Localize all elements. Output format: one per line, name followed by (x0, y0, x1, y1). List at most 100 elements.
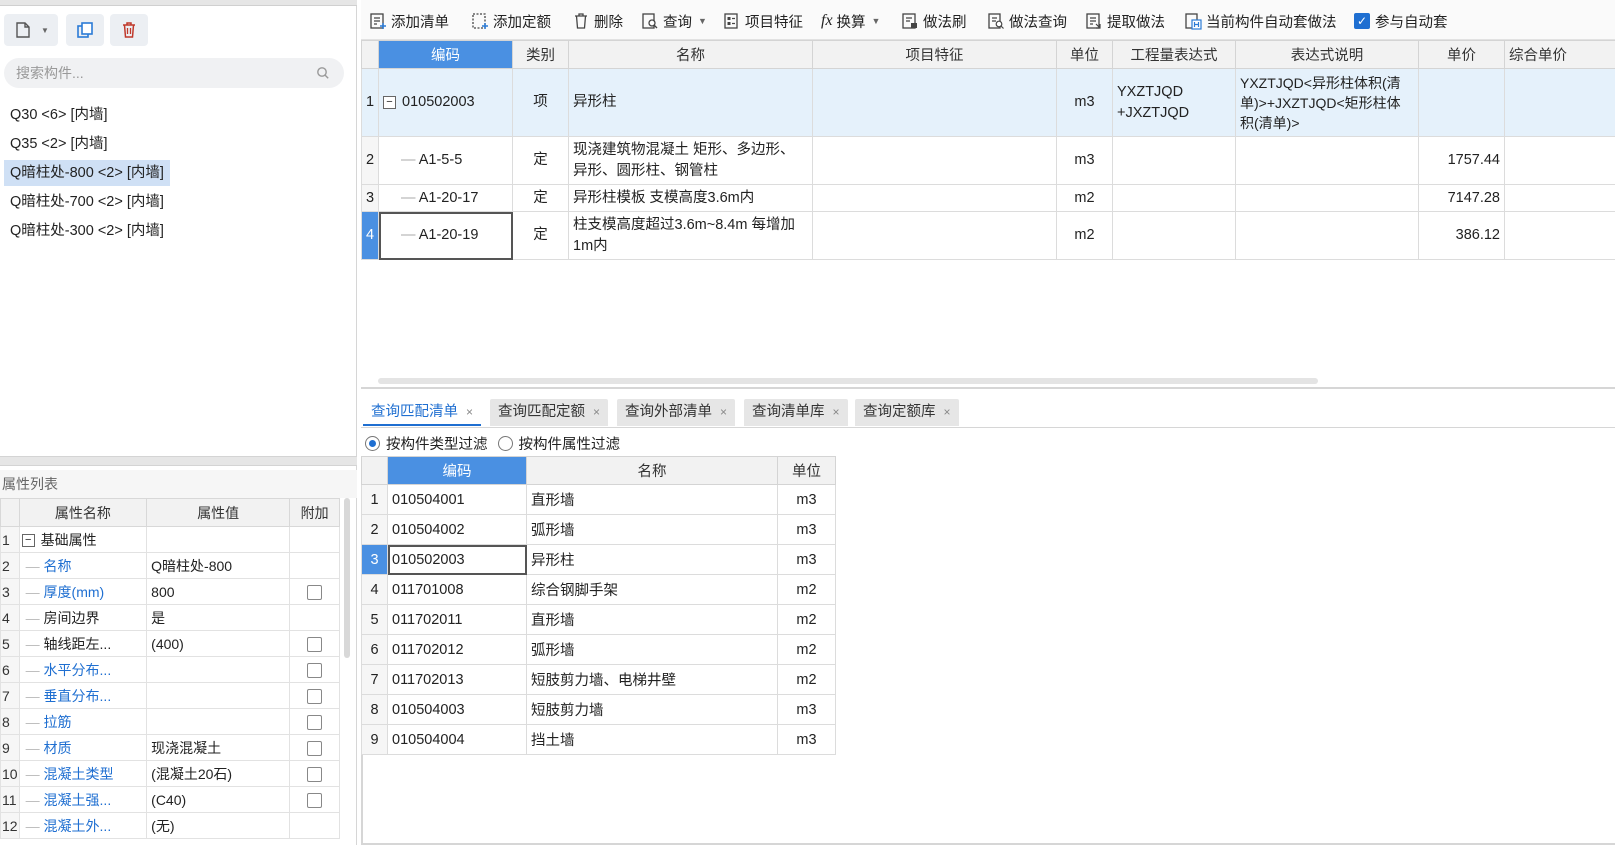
row-number[interactable]: 2 (361, 136, 379, 185)
expression-cell[interactable] (1112, 184, 1236, 212)
expression-desc-cell[interactable]: YXZTJQD<异形柱体积(清单)>+JXZTJQD<矩形柱体积(清单)> (1235, 68, 1419, 137)
name-cell[interactable]: 短肢剪力墙、电梯井壁 (526, 664, 778, 695)
unit-cell[interactable]: m2 (1056, 211, 1113, 260)
close-icon[interactable]: × (833, 405, 840, 419)
property-name-cell[interactable]: — 混凝土类型 (18, 760, 148, 787)
row-number[interactable]: 8 (361, 694, 388, 725)
table-row[interactable]: 5 011702011 直形墙 m2 (361, 604, 836, 635)
row-number[interactable]: 6 (361, 634, 388, 665)
property-name-cell[interactable]: — 厚度(mm) (18, 578, 148, 605)
expression-desc-cell[interactable] (1235, 184, 1419, 212)
property-row[interactable]: 1− 基础属性 (0, 526, 340, 553)
total-price-cell[interactable] (1504, 136, 1615, 185)
row-number[interactable]: 4 (361, 574, 388, 605)
component-item[interactable]: Q30 <6> [内墙] (4, 102, 114, 128)
name-cell[interactable]: 综合钢脚手架 (526, 574, 778, 605)
name-cell[interactable]: 异形柱模板 支模高度3.6m内 (568, 184, 813, 212)
expression-cell[interactable] (1112, 136, 1236, 185)
name-cell[interactable]: 短肢剪力墙 (526, 694, 778, 725)
type-cell[interactable]: 定 (512, 211, 569, 260)
new-component-button[interactable]: ▼ (4, 14, 58, 46)
auto-method-button[interactable]: 当前构件自动套做法 (1184, 10, 1337, 32)
checkbox-icon[interactable] (307, 714, 323, 730)
total-price-header[interactable]: 综合单价 (1504, 40, 1615, 69)
row-number[interactable]: 2 (361, 514, 388, 545)
delete-component-button[interactable] (110, 14, 148, 46)
table-row[interactable]: 1 −010502003 项 异形柱 m3 YXZTJQD +JXZTJQD Y… (361, 68, 1615, 137)
checkbox-icon[interactable] (307, 662, 323, 678)
filter-by-attr-radio[interactable]: 按构件属性过滤 (497, 433, 620, 454)
tab-query-list-library[interactable]: 查询清单库 × (744, 399, 848, 426)
property-row[interactable]: 2— 名称 Q暗柱处-800 (0, 552, 340, 579)
property-value-cell[interactable]: 现浇混凝土 (146, 734, 291, 761)
name-cell[interactable]: 挡土墙 (526, 724, 778, 755)
property-value-cell[interactable]: (400) (146, 630, 291, 657)
checkbox-icon[interactable] (307, 766, 323, 782)
table-row[interactable]: 9 010504004 挡土墙 m3 (361, 724, 836, 755)
property-value-cell[interactable] (146, 656, 291, 683)
name-cell[interactable]: 异形柱 (568, 68, 813, 137)
table-row[interactable]: 8 010504003 短肢剪力墙 m3 (361, 694, 836, 725)
prop-name-header[interactable]: 属性名称 (18, 498, 148, 527)
prop-value-header[interactable]: 属性值 (146, 498, 291, 527)
method-query-button[interactable]: 做法查询 (987, 10, 1067, 32)
price-header[interactable]: 单价 (1418, 40, 1505, 69)
row-number[interactable]: 6 (0, 656, 20, 683)
table-row[interactable]: 2 010504002 弧形墙 m3 (361, 514, 836, 545)
add-quota-button[interactable]: 添加定额 (471, 10, 551, 32)
property-name-cell[interactable]: — 混凝土外... (18, 812, 148, 839)
property-name-cell[interactable]: — 拉筋 (18, 708, 148, 735)
property-name-cell[interactable]: — 房间边界 (18, 604, 148, 631)
close-icon[interactable]: × (593, 405, 600, 419)
table-row[interactable]: 3 010502003 异形柱 m3 (361, 544, 836, 575)
property-value-cell[interactable]: (混凝土20石) (146, 760, 291, 787)
method-brush-button[interactable]: 做法刷 (901, 10, 967, 32)
expression-desc-header[interactable]: 表达式说明 (1235, 40, 1419, 69)
code-cell[interactable]: — A1-20-19 (378, 211, 513, 260)
expression-desc-cell[interactable] (1235, 211, 1419, 260)
code-cell[interactable]: 011702013 (387, 664, 527, 695)
row-number[interactable]: 9 (361, 724, 388, 755)
item-feature-button[interactable]: 项目特征 (723, 10, 803, 32)
row-number[interactable]: 3 (0, 578, 20, 605)
join-auto-checkbox[interactable]: ✓ 参与自动套 (1354, 10, 1448, 32)
property-row[interactable]: 10— 混凝土类型 (混凝土20石) (0, 760, 340, 787)
table-row[interactable]: 4 011701008 综合钢脚手架 m2 (361, 574, 836, 605)
total-price-cell[interactable] (1504, 68, 1615, 137)
property-name-cell[interactable]: — 名称 (18, 552, 148, 579)
property-name-cell[interactable]: — 材质 (18, 734, 148, 761)
close-icon[interactable]: × (720, 405, 727, 419)
property-extra-cell[interactable] (289, 812, 340, 839)
property-extra-cell[interactable] (289, 708, 340, 735)
component-item[interactable]: Q暗柱处-300 <2> [内墙] (4, 218, 170, 244)
name-cell[interactable]: 柱支模高度超过3.6m~8.4m 每增加1m内 (568, 211, 813, 260)
table-row[interactable]: 7 011702013 短肢剪力墙、电梯井壁 m2 (361, 664, 836, 695)
total-price-cell[interactable] (1504, 211, 1615, 260)
unit-cell[interactable]: m3 (1056, 136, 1113, 185)
checkbox-icon[interactable] (307, 688, 323, 704)
unit-cell[interactable]: m2 (777, 574, 836, 605)
price-cell[interactable]: 1757.44 (1418, 136, 1505, 185)
table-row[interactable]: 3 — A1-20-17 定 异形柱模板 支模高度3.6m内 m2 7147.2… (361, 184, 1615, 212)
delete-button[interactable]: 删除 (572, 10, 623, 32)
search-icon[interactable] (316, 66, 330, 80)
code-cell[interactable]: 010504002 (387, 514, 527, 545)
tab-query-external-list[interactable]: 查询外部清单 × (617, 399, 736, 426)
unit-cell[interactable]: m2 (1056, 184, 1113, 212)
name-header[interactable]: 名称 (526, 456, 778, 485)
property-value-cell[interactable] (146, 682, 291, 709)
convert-button[interactable]: fx 换算 ▼ (821, 10, 880, 32)
code-cell[interactable]: 010504003 (387, 694, 527, 725)
table-row[interactable]: 6 011702012 弧形墙 m2 (361, 634, 836, 665)
expression-cell[interactable]: YXZTJQD +JXZTJQD (1112, 68, 1236, 137)
property-row[interactable]: 8— 拉筋 (0, 708, 340, 735)
property-row[interactable]: 11— 混凝土强... (C40) (0, 786, 340, 813)
unit-cell[interactable]: m2 (777, 604, 836, 635)
row-number[interactable]: 4 (0, 604, 20, 631)
property-value-cell[interactable]: 800 (146, 578, 291, 605)
row-number[interactable]: 7 (0, 682, 20, 709)
code-cell[interactable]: 010502003 (387, 544, 527, 575)
row-number[interactable]: 3 (361, 184, 379, 212)
price-cell[interactable]: 386.12 (1418, 211, 1505, 260)
row-number[interactable]: 12 (0, 812, 20, 839)
